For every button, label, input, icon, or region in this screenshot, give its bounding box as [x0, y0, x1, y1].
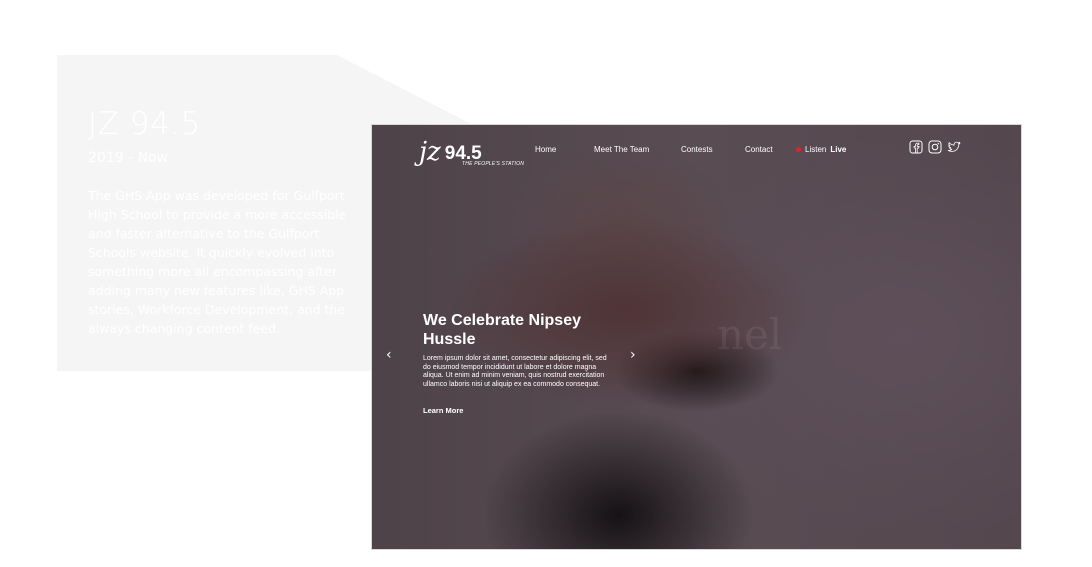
- nav-contact[interactable]: Contact: [745, 145, 773, 154]
- nav-home[interactable]: Home: [535, 145, 556, 154]
- social-links: [909, 140, 961, 154]
- station-logo[interactable]: jz 94.5 THE PEOPLE'S STATION: [419, 133, 524, 167]
- logo-tagline: THE PEOPLE'S STATION: [462, 161, 525, 167]
- twitter-icon[interactable]: [947, 140, 961, 154]
- background-watermark: nel: [717, 310, 783, 359]
- carousel-prev-arrow[interactable]: ‹: [386, 347, 392, 363]
- listen-label: Listen: [805, 145, 827, 154]
- logo-script: jz: [419, 137, 441, 167]
- nav-contests[interactable]: Contests: [681, 145, 713, 154]
- nav-listen-live[interactable]: Listen Live: [796, 145, 846, 154]
- live-indicator-icon: [796, 147, 801, 152]
- project-date: 2019 - Now: [88, 150, 169, 166]
- website-preview: nel jz 94.5 THE PEOPLE'S STATION Home Me…: [371, 124, 1022, 550]
- project-title: JZ 94.5: [88, 106, 201, 142]
- learn-more-link[interactable]: Learn More: [423, 406, 463, 415]
- nav-meet-the-team[interactable]: Meet The Team: [594, 145, 649, 154]
- carousel-next-arrow[interactable]: ›: [630, 347, 636, 363]
- project-description: The GHS App was developed for Gulfport H…: [88, 188, 347, 336]
- facebook-icon[interactable]: [909, 140, 923, 154]
- live-label: Live: [830, 145, 847, 154]
- instagram-icon[interactable]: [928, 140, 942, 154]
- hero-body: Lorem ipsum dolor sit amet, consectetur …: [423, 355, 607, 388]
- hero-title: We Celebrate Nipsey Hussle: [423, 312, 581, 348]
